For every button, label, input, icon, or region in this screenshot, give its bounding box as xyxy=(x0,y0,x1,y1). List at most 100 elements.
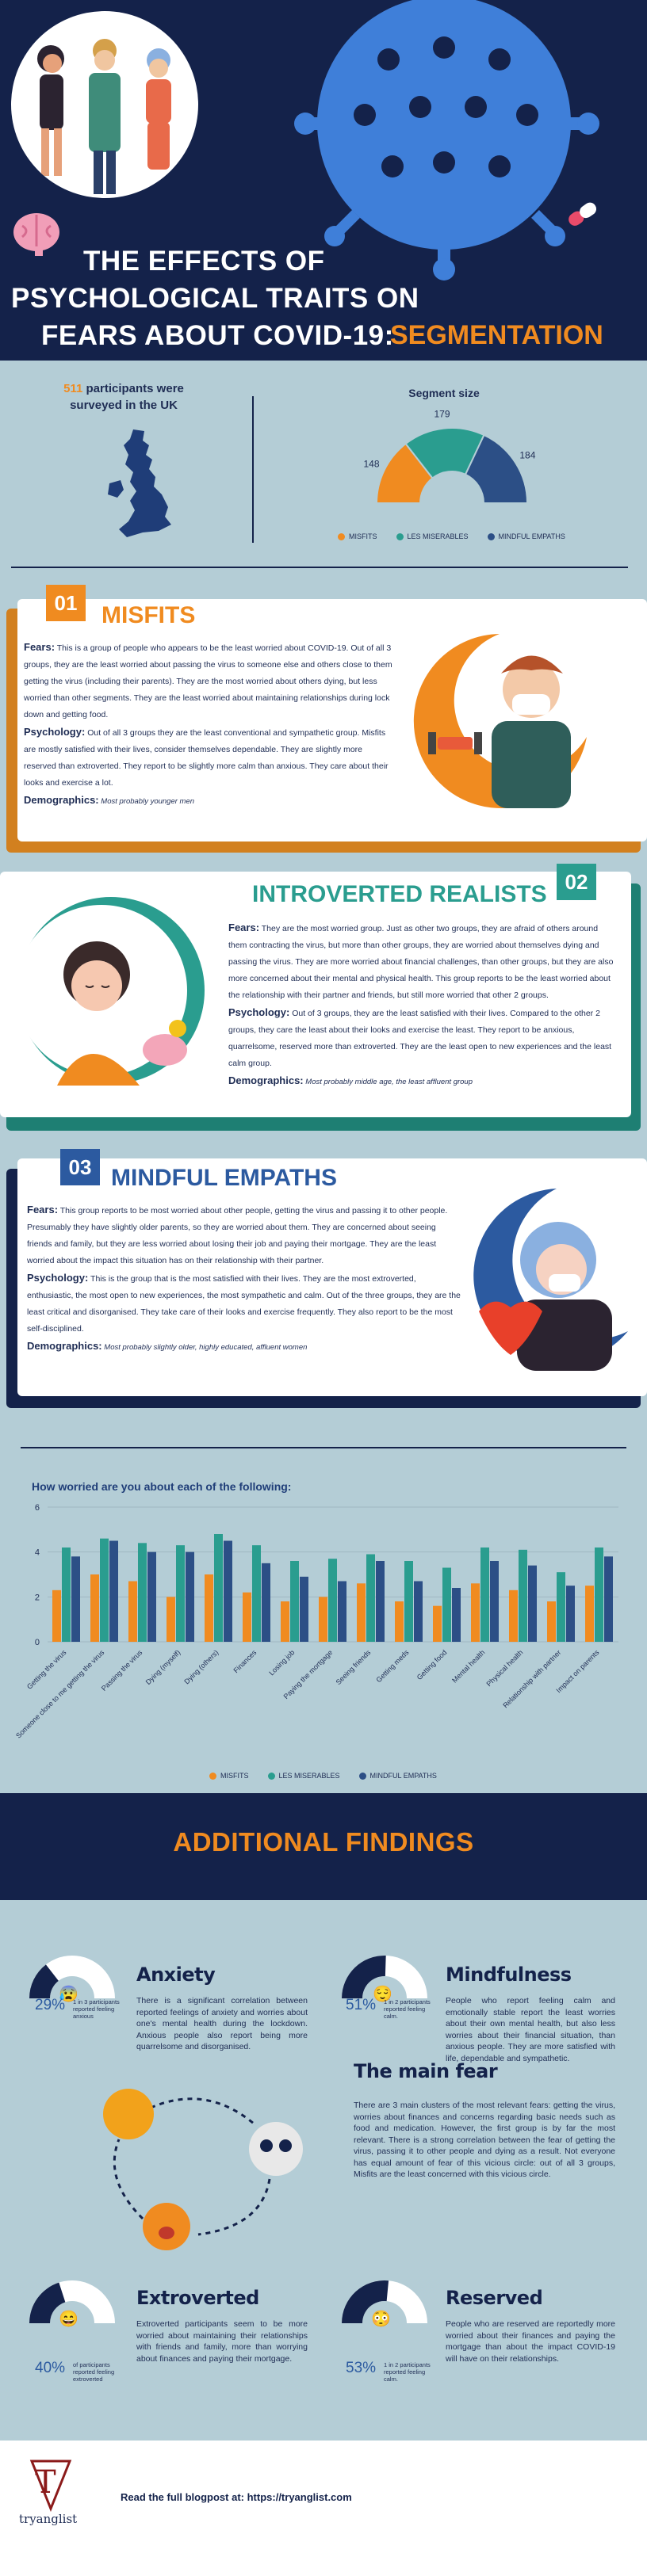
legend-misfits: MISFITS xyxy=(338,532,377,541)
bar-4-2 xyxy=(224,1540,232,1642)
bar-8-0 xyxy=(357,1583,366,1642)
bar-1-1 xyxy=(100,1538,109,1642)
y-tick-label: 2 xyxy=(35,1593,40,1602)
misfits-title: MISFITS xyxy=(101,602,196,628)
misfits-psych-label: Psychology: xyxy=(24,726,86,738)
bar-legend-realists: LES MISERABLES xyxy=(267,1772,340,1780)
bar-3-0 xyxy=(167,1597,175,1642)
bar-8-2 xyxy=(376,1561,385,1642)
logo-text: tryanglist xyxy=(19,2512,78,2526)
anxiety-text: There is a significant correlation betwe… xyxy=(136,1996,308,2051)
shy-emoji-icon: 😳 xyxy=(371,2311,391,2328)
empaths-title: MINDFUL EMPATHS xyxy=(111,1165,337,1191)
bar-5-0 xyxy=(243,1592,251,1642)
x-tick-label: Physical health xyxy=(485,1648,525,1688)
bar-9-0 xyxy=(395,1601,404,1642)
realists-text: Fears: They are the most worried group. … xyxy=(228,919,618,1090)
x-tick-label: Passing the virus xyxy=(100,1648,144,1693)
title-highlight: SEGMENTATION xyxy=(390,320,603,350)
bar-7-0 xyxy=(319,1597,327,1642)
anxiety-note: 1 in 3 participants reported feeling anx… xyxy=(73,1998,120,2020)
extroverted-pct: 40% xyxy=(35,2360,66,2376)
bar-2-2 xyxy=(147,1551,156,1642)
bar-3-2 xyxy=(186,1551,194,1642)
x-tick-label: Losing job xyxy=(267,1648,296,1677)
bar-7-1 xyxy=(328,1559,337,1642)
x-tick-label: Getting meds xyxy=(374,1648,410,1684)
misfits-demo-text: Most probably younger men xyxy=(98,797,195,806)
bar-6-0 xyxy=(281,1601,289,1642)
mindfulness-note: 1 in 2 participants reported feeling cal… xyxy=(384,1998,431,2020)
bar-4-1 xyxy=(214,1534,223,1642)
extroverted-note: of participants reported feeling extrove… xyxy=(73,2361,115,2383)
bar-8-1 xyxy=(366,1554,375,1642)
realists-demo-text: Most probably middle age, the least affl… xyxy=(303,1078,473,1086)
empaths-fears-label: Fears: xyxy=(27,1204,59,1215)
extroverted-title: Extroverted xyxy=(136,2287,259,2309)
bar-14-0 xyxy=(585,1586,594,1642)
findings-title: ADDITIONAL FINDINGS xyxy=(173,1827,474,1857)
misfits-illustration xyxy=(413,634,587,808)
divider-1 xyxy=(11,567,628,568)
x-tick-label: Finances xyxy=(232,1648,258,1674)
segment-value-label-0: 148 xyxy=(363,458,379,469)
bar-10-0 xyxy=(433,1605,442,1642)
participants-text: participants were xyxy=(82,382,184,395)
bar-14-2 xyxy=(604,1556,613,1642)
segment-value-label-1: 179 xyxy=(435,409,450,420)
extroverted-text: Extroverted participants seem to be more… xyxy=(136,2319,308,2364)
empaths-number: 03 xyxy=(60,1149,100,1185)
bar-legend-misfits: MISFITS xyxy=(209,1772,249,1780)
people-illustration xyxy=(11,11,198,198)
title-line-2: PSYCHOLOGICAL TRAITS ON xyxy=(11,283,419,314)
empaths-psych-text: This is the group that is the most satis… xyxy=(27,1274,461,1334)
title-line-1: THE EFFECTS OF xyxy=(83,246,325,277)
misfits-fears-label: Fears: xyxy=(24,641,56,653)
bar-12-1 xyxy=(519,1549,527,1642)
x-tick-label: Seeing friends xyxy=(335,1648,373,1686)
x-tick-label: Dying (others) xyxy=(182,1648,220,1685)
bar-4-0 xyxy=(205,1574,213,1642)
empaths-demo-text: Most probably slightly older, highly edu… xyxy=(101,1343,308,1352)
realists-demo-label: Demographics: xyxy=(228,1074,304,1086)
bar-1-0 xyxy=(90,1574,99,1642)
misfits-text: Fears: This is a group of people who app… xyxy=(24,639,396,810)
realists-title: INTROVERTED REALISTS xyxy=(252,881,547,907)
bar-9-1 xyxy=(404,1561,413,1642)
main-fear-title: The main fear xyxy=(354,2060,498,2082)
participants-number: 511 xyxy=(63,382,83,395)
x-tick-label: Someone close to me getting the virus xyxy=(16,1648,106,1740)
bar-13-1 xyxy=(557,1572,565,1642)
bar-12-0 xyxy=(509,1589,518,1642)
mindfulness-title: Mindfulness xyxy=(446,1963,572,1986)
participants-stat: 511 participants were surveyed in the UK xyxy=(52,380,195,414)
legend-realists: LES MISERABLES xyxy=(396,532,469,541)
bar-10-1 xyxy=(442,1567,451,1642)
bar-legend-empaths: MINDFUL EMPATHS xyxy=(358,1772,437,1780)
legend-empaths: MINDFUL EMPATHS xyxy=(487,532,565,541)
mindfulness-text: People who report feeling calm and emoti… xyxy=(446,1996,615,2063)
y-tick-label: 6 xyxy=(35,1503,40,1513)
segment-value-label-2: 184 xyxy=(519,449,535,460)
bar-10-2 xyxy=(452,1588,461,1642)
realists-fears-text: They are the most worried group. Just as… xyxy=(228,924,614,1000)
bar-13-2 xyxy=(566,1586,575,1642)
logo-letter: T xyxy=(35,2464,56,2501)
uk-map xyxy=(108,429,171,537)
x-tick-label: Getting food xyxy=(415,1648,449,1681)
bar-2-0 xyxy=(128,1581,137,1642)
x-tick-label: Getting the virus xyxy=(25,1648,68,1691)
misfits-number: 01 xyxy=(46,585,86,621)
bar-6-2 xyxy=(300,1576,308,1642)
bar-5-1 xyxy=(252,1545,261,1642)
empaths-demo-label: Demographics: xyxy=(27,1340,102,1352)
bar-5-2 xyxy=(262,1563,270,1642)
blogpost-link[interactable]: Read the full blogpost at: https://tryan… xyxy=(121,2491,352,2503)
realists-number: 02 xyxy=(557,864,596,900)
reserved-text: People who are reserved are reportedly m… xyxy=(446,2319,615,2364)
reserved-pct: 53% xyxy=(346,2360,377,2376)
footer xyxy=(0,2441,647,2576)
segment-size-chart: 148 179 184 xyxy=(363,409,536,504)
bar-3-1 xyxy=(176,1545,185,1642)
bar-0-0 xyxy=(52,1589,61,1642)
